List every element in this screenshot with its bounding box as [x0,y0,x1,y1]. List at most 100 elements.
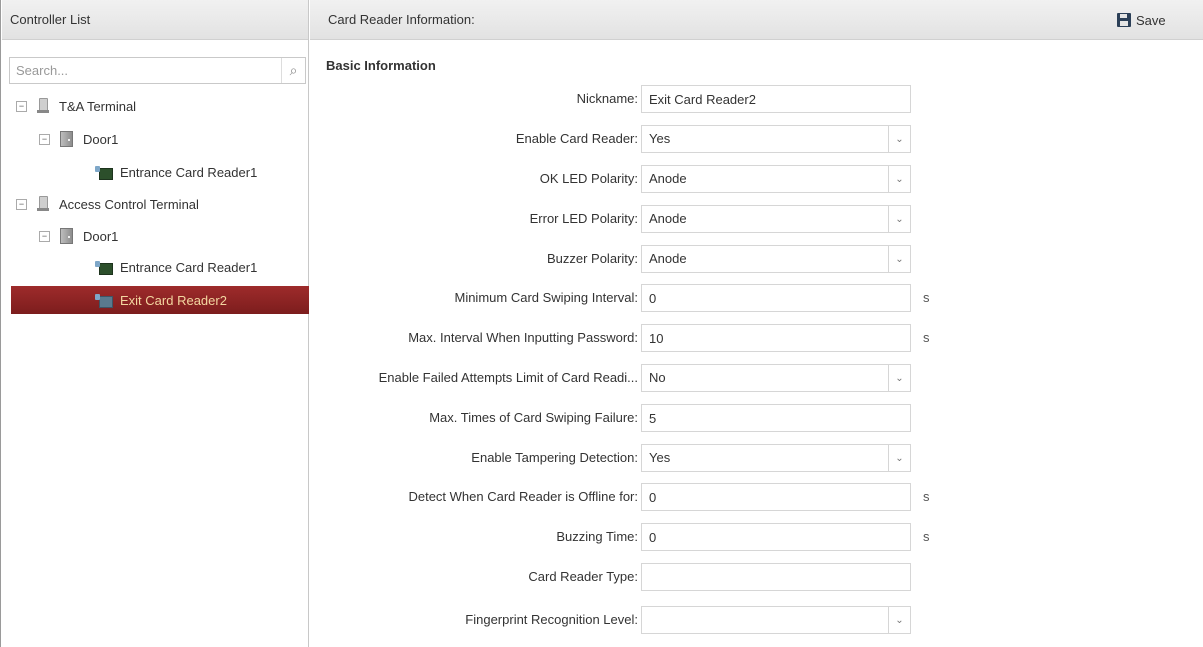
unit-label: s [923,330,930,345]
max-interval-password-input[interactable] [642,325,910,351]
chevron-down-icon[interactable]: ⌄ [888,246,910,272]
fingerprint-level-row: Fingerprint Recognition Level: ⌄ [310,606,1203,634]
tree-item-label: Door1 [83,228,119,244]
card-reader-icon [95,293,113,308]
save-button[interactable]: Save [1117,10,1166,30]
search-box: ⌕ [9,57,306,84]
card-reader-type-label: Card Reader Type: [528,569,638,584]
tree-item-label: T&A Terminal [59,98,137,114]
nickname-row: Nickname: [310,85,1203,113]
nickname-field-box [641,85,911,113]
failed-attempts-limit-row: Enable Failed Attempts Limit of Card Rea… [310,364,1203,392]
failed-attempts-limit-label: Enable Failed Attempts Limit of Card Rea… [378,370,638,385]
tampering-detection-row: Enable Tampering Detection: Yes ⌄ [310,444,1203,472]
collapse-icon[interactable]: − [39,230,50,242]
card-reader-type-field-box [641,563,911,591]
min-swiping-interval-label: Minimum Card Swiping Interval: [454,290,638,305]
tree-item-exit-card-reader2[interactable]: Exit Card Reader2 [11,286,309,314]
panel-title: Card Reader Information: [328,12,475,27]
tree-item-label: Entrance Card Reader1 [120,259,258,275]
fingerprint-level-label: Fingerprint Recognition Level: [465,612,638,627]
ok-led-polarity-select[interactable]: Anode ⌄ [641,165,911,193]
select-value: Anode [649,211,687,226]
chevron-down-icon[interactable]: ⌄ [888,607,910,633]
ok-led-polarity-label: OK LED Polarity: [539,171,638,186]
buzzer-polarity-row: Buzzer Polarity: Anode ⌄ [310,245,1203,273]
buzzing-time-label: Buzzing Time: [556,529,638,544]
door-icon [60,131,73,147]
search-input[interactable] [10,58,281,83]
ok-led-polarity-row: OK LED Polarity: Anode ⌄ [310,165,1203,193]
tree-item-entrance-card-reader1[interactable]: Entrance Card Reader1 [95,253,306,281]
tampering-detection-label: Enable Tampering Detection: [471,450,638,465]
offline-detect-field-box [641,483,911,511]
error-led-polarity-row: Error LED Polarity: Anode ⌄ [310,205,1203,233]
min-swiping-interval-field-box [641,284,911,312]
select-value: Anode [649,251,687,266]
buzzing-time-row: Buzzing Time: s [310,523,1203,551]
max-interval-password-label: Max. Interval When Inputting Password: [408,330,638,345]
card-reader-info-header: Card Reader Information: Save [310,0,1203,40]
max-interval-password-row: Max. Interval When Inputting Password: s [310,324,1203,352]
tree-item-ta-terminal[interactable]: − T&A Terminal [16,92,306,120]
app-window: Controller List ⌕ − T&A Terminal − Door1… [0,0,1203,647]
chevron-down-icon[interactable]: ⌄ [888,445,910,471]
controller-list-header: Controller List [2,0,308,40]
collapse-icon[interactable]: − [16,100,27,112]
collapse-icon[interactable]: − [16,198,27,210]
select-value: Yes [649,131,671,146]
save-icon [1117,13,1131,27]
collapse-icon[interactable]: − [39,133,50,145]
terminal-icon [37,196,49,212]
buzzing-time-input[interactable] [642,524,910,550]
failed-attempts-limit-select[interactable]: No ⌄ [641,364,911,392]
search-icon[interactable]: ⌕ [281,58,305,83]
select-value: No [649,370,666,385]
tree-item-door1[interactable]: − Door1 [39,125,306,153]
max-swiping-failure-input[interactable] [642,405,910,431]
unit-label: s [923,529,930,544]
chevron-down-icon[interactable]: ⌄ [888,166,910,192]
tree-item-access-control-terminal[interactable]: − Access Control Terminal [16,190,306,218]
enable-card-reader-label: Enable Card Reader: [515,131,638,146]
nickname-input[interactable] [642,86,910,112]
fingerprint-level-select[interactable]: ⌄ [641,606,911,634]
card-reader-type-row: Card Reader Type: [310,563,1203,591]
tree-item-door1[interactable]: − Door1 [39,222,306,250]
tampering-detection-select[interactable]: Yes ⌄ [641,444,911,472]
tree-item-label: Door1 [83,131,119,147]
chevron-down-icon[interactable]: ⌄ [888,365,910,391]
card-reader-icon [95,165,113,180]
door-icon [60,228,73,244]
unit-label: s [923,489,930,504]
chevron-down-icon[interactable]: ⌄ [888,206,910,232]
max-swiping-failure-row: Max. Times of Card Swiping Failure: [310,404,1203,432]
select-value: Yes [649,450,671,465]
nickname-label: Nickname: [576,91,638,106]
unit-label: s [923,290,930,305]
error-led-polarity-select[interactable]: Anode ⌄ [641,205,911,233]
chevron-down-icon[interactable]: ⌄ [888,126,910,152]
max-interval-password-field-box [641,324,911,352]
card-reader-type-input[interactable] [642,564,910,590]
card-reader-icon [95,260,113,275]
offline-detect-input[interactable] [642,484,910,510]
tree-item-label: Entrance Card Reader1 [120,164,258,180]
offline-detect-label: Detect When Card Reader is Offline for: [408,489,638,504]
buzzer-polarity-label: Buzzer Polarity: [546,251,638,266]
tree-item-entrance-card-reader1[interactable]: Entrance Card Reader1 [95,158,306,186]
tree-item-label: Access Control Terminal [59,196,199,212]
buzzing-time-field-box [641,523,911,551]
offline-detect-row: Detect When Card Reader is Offline for: … [310,483,1203,511]
error-led-polarity-label: Error LED Polarity: [529,211,638,226]
enable-card-reader-row: Enable Card Reader: Yes ⌄ [310,125,1203,153]
controller-list-panel: Controller List ⌕ − T&A Terminal − Door1… [2,0,309,647]
buzzer-polarity-select[interactable]: Anode ⌄ [641,245,911,273]
select-value: Anode [649,171,687,186]
enable-card-reader-select[interactable]: Yes ⌄ [641,125,911,153]
min-swiping-interval-row: Minimum Card Swiping Interval: s [310,284,1203,312]
section-title: Basic Information [326,58,436,73]
controller-list-title: Controller List [10,12,91,27]
max-swiping-failure-field-box [641,404,911,432]
min-swiping-interval-input[interactable] [642,285,910,311]
